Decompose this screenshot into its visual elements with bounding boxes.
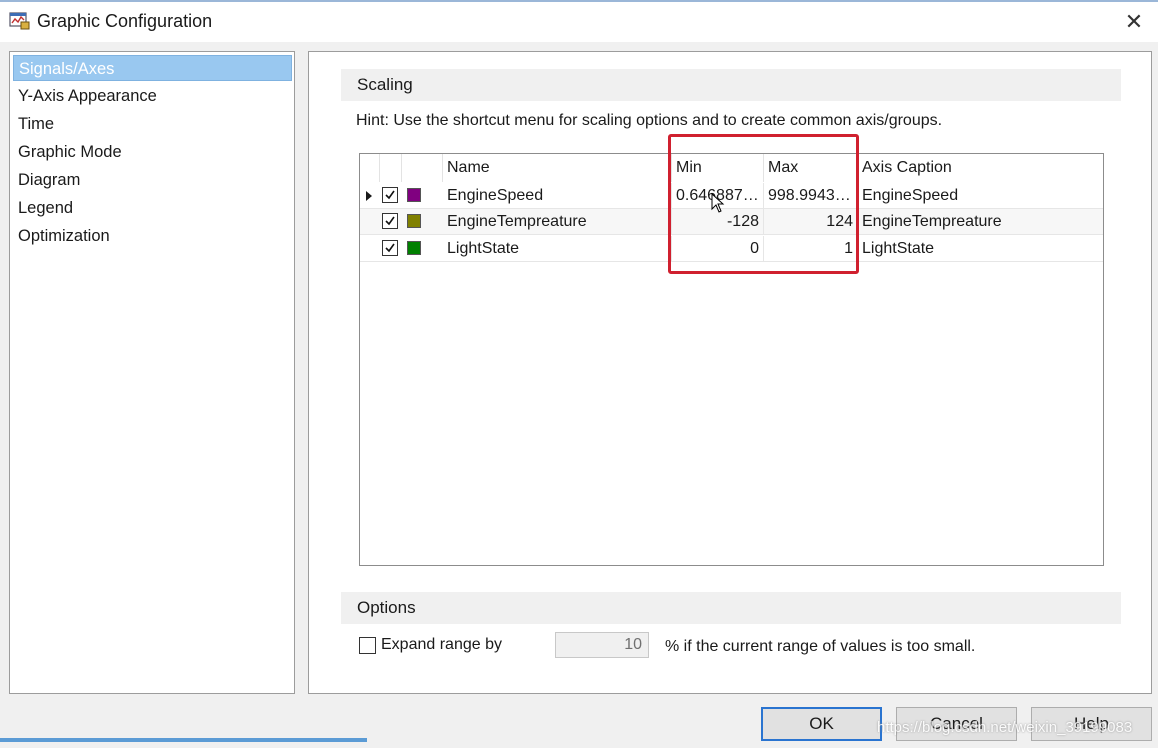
signals-grid: Name Min Max Axis Caption EngineSpeed 0.… <box>359 153 1104 566</box>
check-icon <box>385 243 395 253</box>
grid-header-min[interactable]: Min <box>672 154 764 182</box>
graphic-configuration-icon <box>9 12 30 30</box>
signal-min[interactable]: 0 <box>672 236 764 262</box>
nav-item-diagram[interactable]: Diagram <box>13 167 292 193</box>
signal-axis-caption[interactable]: EngineSpeed <box>858 183 1103 209</box>
nav-item-signals-axes[interactable]: Signals/Axes <box>13 55 292 81</box>
check-icon <box>385 190 395 200</box>
signal-name: EngineSpeed <box>443 183 672 209</box>
close-button[interactable]: ✕ <box>1120 8 1148 36</box>
scaling-hint: Hint: Use the shortcut menu for scaling … <box>356 112 943 129</box>
progress-strip <box>0 738 367 742</box>
settings-nav: Signals/Axes Y-Axis Appearance Time Grap… <box>9 51 295 694</box>
current-row-arrow-icon <box>366 191 372 201</box>
grid-header-name[interactable]: Name <box>443 154 672 182</box>
expand-range-input[interactable] <box>555 632 649 658</box>
signal-max[interactable]: 1 <box>764 236 858 262</box>
signal-axis-caption[interactable]: LightState <box>858 236 1103 262</box>
signal-axis-caption[interactable]: EngineTempreature <box>858 209 1103 235</box>
ok-button[interactable]: OK <box>761 707 882 741</box>
cancel-button[interactable]: Cancel <box>896 707 1017 741</box>
table-row[interactable]: EngineTempreature -128 124 EngineTemprea… <box>360 209 1103 235</box>
help-button[interactable]: Help <box>1031 707 1152 741</box>
signal-color-swatch[interactable] <box>407 188 421 202</box>
content-panel: Scaling Hint: Use the shortcut menu for … <box>308 51 1152 694</box>
nav-item-time[interactable]: Time <box>13 111 292 137</box>
grid-header-color <box>402 154 443 182</box>
signal-color-swatch[interactable] <box>407 214 421 228</box>
scaling-header: Scaling <box>341 69 1121 101</box>
close-icon: ✕ <box>1124 9 1144 34</box>
window-title: Graphic Configuration <box>37 11 213 31</box>
grid-header-check <box>380 154 402 182</box>
expand-range-suffix: % if the current range of values is too … <box>665 638 976 655</box>
nav-item-y-axis-appearance[interactable]: Y-Axis Appearance <box>13 83 292 109</box>
row-visible-checkbox[interactable] <box>382 240 398 256</box>
signal-name: EngineTempreature <box>443 209 672 235</box>
nav-item-graphic-mode[interactable]: Graphic Mode <box>13 139 292 165</box>
grid-header-max[interactable]: Max <box>764 154 858 182</box>
grid-header-axis-caption[interactable]: Axis Caption <box>858 154 1103 182</box>
table-row[interactable]: EngineSpeed 0.646887… 998.9943… EngineSp… <box>360 183 1103 209</box>
row-visible-checkbox[interactable] <box>382 213 398 229</box>
row-visible-checkbox[interactable] <box>382 187 398 203</box>
grid-header-indicator <box>360 154 380 182</box>
signal-color-swatch[interactable] <box>407 241 421 255</box>
signal-max[interactable]: 998.9943… <box>764 183 858 209</box>
expand-range-checkbox[interactable] <box>359 637 376 654</box>
options-header: Options <box>341 592 1121 624</box>
title-bar: Graphic Configuration ✕ <box>0 0 1158 42</box>
expand-range-label[interactable]: Expand range by <box>381 636 502 654</box>
signal-name: LightState <box>443 236 672 262</box>
nav-item-optimization[interactable]: Optimization <box>13 223 292 249</box>
signal-min[interactable]: 0.646887… <box>672 183 764 209</box>
nav-item-legend[interactable]: Legend <box>13 195 292 221</box>
signal-max[interactable]: 124 <box>764 209 858 235</box>
check-icon <box>385 216 395 226</box>
signal-min[interactable]: -128 <box>672 209 764 235</box>
table-row[interactable]: LightState 0 1 LightState <box>360 236 1103 262</box>
